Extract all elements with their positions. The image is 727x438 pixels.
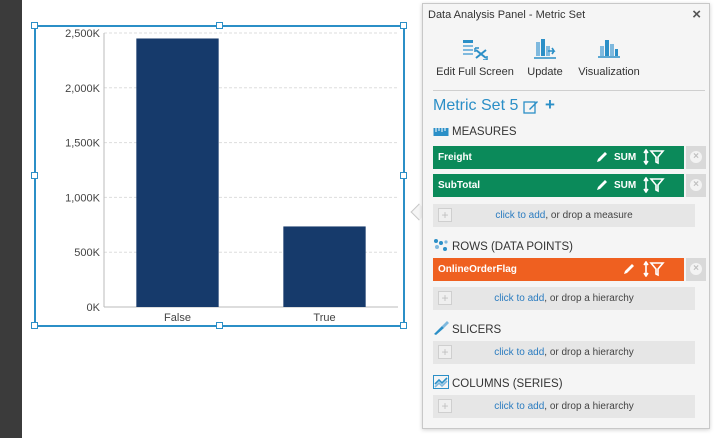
measure-field-freight[interactable]: Freight SUM [433,146,684,169]
pencil-icon[interactable] [595,179,609,192]
y-tick-label: 2,500K [65,28,101,40]
resize-handle-top-left[interactable] [31,22,38,29]
y-tick-label: 2,000K [65,83,101,95]
rows-drop-zone[interactable]: + click to add, or drop a hierarchy [433,287,695,310]
series-lines-icon [433,375,449,389]
measures-header: MEASURES [433,126,517,138]
pencil-icon[interactable] [595,151,609,164]
rows-drop-hint: , or drop a hierarchy [544,293,634,304]
measure-name: Freight [438,152,472,163]
resize-handle-middle-left[interactable] [31,172,38,179]
resize-handle-bottom-middle[interactable] [216,322,223,329]
sort-filter-icon[interactable] [643,177,665,193]
update-button[interactable]: Update [523,38,567,78]
row-name: OnlineOrderFlag [438,264,517,275]
remove-measure-subtotal-button[interactable]: × [686,174,706,197]
bar-false [136,38,219,307]
slicer-knife-icon [434,321,449,335]
update-icon [534,39,556,59]
data-points-icon [434,239,448,251]
columns-header-label: COLUMNS (SERIES) [452,378,563,390]
x-tick-label: True [313,312,335,324]
visualization-icon [598,40,620,58]
remove-measure-freight-button[interactable]: × [686,146,706,169]
visualization-button[interactable]: Visualization [575,38,643,78]
edit-full-screen-button[interactable]: Edit Full Screen [433,38,517,78]
slicers-header-label: SLICERS [452,324,502,336]
resize-handle-bottom-right[interactable] [400,322,407,329]
remove-icon: × [690,179,702,191]
left-dark-strip [0,0,22,438]
measure-name: SubTotal [438,180,481,191]
measures-header-label: MEASURES [452,126,517,138]
sort-filter-icon[interactable] [643,261,665,277]
slicers-drop-hint: , or drop a hierarchy [544,347,634,358]
columns-drop-zone[interactable]: + click to add, or drop a hierarchy [433,395,695,418]
resize-handle-middle-right[interactable] [400,172,407,179]
add-row-link[interactable]: click to add [494,293,544,304]
update-label: Update [527,66,563,78]
aggregation-label[interactable]: SUM [614,152,636,163]
panel-toolbar: Edit Full Screen Update Visualization [433,38,703,86]
aggregation-label[interactable]: SUM [614,180,636,191]
measures-drop-zone[interactable]: + click to add, or drop a measure [433,204,695,227]
remove-icon: × [690,263,702,275]
data-analysis-panel: Data Analysis Panel - Metric Set × Edit … [422,3,710,429]
y-tick-label: 1,000K [65,192,101,204]
edit-full-screen-icon [463,40,488,60]
slicers-header: SLICERS [433,321,501,336]
add-metric-set-button[interactable]: + [545,95,555,115]
close-icon[interactable]: × [692,6,701,23]
measure-field-subtotal[interactable]: SubTotal SUM [433,174,684,197]
ruler-icon [433,128,449,136]
bar-true [283,226,366,307]
metric-set-title: Metric Set 5 [433,97,519,114]
measures-drop-hint: , or drop a measure [545,210,633,221]
add-slicer-link[interactable]: click to add [494,347,544,358]
toolbar-divider [433,90,705,91]
edit-full-screen-label: Edit Full Screen [436,66,514,78]
panel-title: Data Analysis Panel - Metric Set [428,9,586,21]
row-field-onlineorderflag[interactable]: OnlineOrderFlag [433,258,684,281]
add-column-link[interactable]: click to add [494,401,544,412]
y-tick-label: 500K [74,247,100,259]
columns-header: COLUMNS (SERIES) [433,375,563,390]
pencil-icon[interactable] [622,263,636,276]
x-tick-label: False [164,312,191,324]
resize-handle-bottom-left[interactable] [31,322,38,329]
rows-header: ROWS (DATA POINTS) [433,238,573,253]
remove-row-button[interactable]: × [686,258,706,281]
y-tick-label: 1,500K [65,138,101,150]
visualization-label: Visualization [578,66,640,78]
chart-widget[interactable]: 0K 500K 1,000K 1,500K 2,000K 2,500K False True [34,25,405,327]
rows-header-label: ROWS (DATA POINTS) [452,241,573,253]
bar-chart: 0K 500K 1,000K 1,500K 2,000K 2,500K False True [65,28,398,324]
add-measure-link[interactable]: click to add [495,210,545,221]
sort-filter-icon[interactable] [643,149,665,165]
edit-metric-set-icon[interactable] [523,100,539,114]
y-tick-label: 0K [87,302,101,314]
remove-icon: × [690,151,702,163]
columns-drop-hint: , or drop a hierarchy [544,401,634,412]
resize-handle-top-right[interactable] [400,22,407,29]
resize-handle-top-middle[interactable] [216,22,223,29]
slicers-drop-zone[interactable]: + click to add, or drop a hierarchy [433,341,695,364]
